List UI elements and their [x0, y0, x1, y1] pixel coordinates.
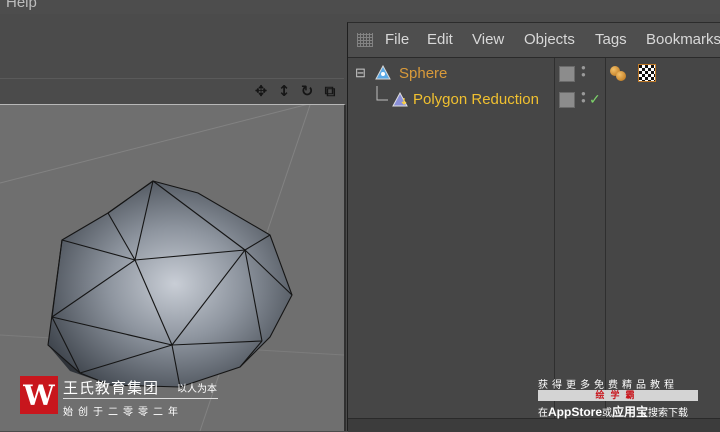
- move-view-icon[interactable]: ✥: [251, 81, 271, 101]
- object-list: ⊟ Sphere ● ● Polygon Reduction ● ● ✓: [348, 58, 720, 418]
- download-suffix: 搜索下载: [648, 408, 689, 419]
- watermark-divider: [63, 398, 218, 399]
- watermark-founded: 始创于二零零二年: [63, 407, 183, 418]
- menu-file[interactable]: File: [385, 31, 409, 48]
- checker-texture-tag-icon[interactable]: [638, 64, 656, 82]
- collapse-toggle-icon[interactable]: ⊟: [355, 65, 366, 81]
- sphere-icon: [375, 65, 391, 80]
- appstore-label: AppStore: [548, 405, 602, 419]
- panel-grip-icon[interactable]: [357, 33, 373, 47]
- column-divider: [554, 58, 555, 418]
- enabled-check-icon[interactable]: ✓: [589, 91, 601, 108]
- visibility-dots-icon[interactable]: ● ●: [581, 64, 587, 79]
- watermark-slogan: 以人为本: [177, 384, 217, 395]
- yingyongbao-label: 应用宝: [612, 405, 649, 419]
- menu-objects[interactable]: Objects: [524, 31, 575, 48]
- sphere-mesh[interactable]: [47, 180, 293, 388]
- logo-glyph: W: [23, 378, 55, 412]
- material-sphere-tag-icon[interactable]: [616, 71, 626, 81]
- visibility-dots-icon[interactable]: ● ●: [581, 90, 587, 105]
- column-divider: [605, 58, 606, 418]
- object-name-sphere[interactable]: Sphere: [399, 65, 447, 82]
- object-row-polygon-reduction[interactable]: Polygon Reduction ● ● ✓: [348, 86, 720, 112]
- toggle-layout-icon[interactable]: ⧉: [320, 81, 340, 101]
- watermark-company-name: 王氏教育集团: [63, 380, 160, 397]
- app-menubar: Help: [0, 0, 720, 14]
- viewport-tools: ✥ ↕ ↻ ⧉: [251, 81, 340, 101]
- grid-line: [0, 105, 307, 184]
- zoom-view-icon[interactable]: ↕: [274, 81, 294, 101]
- menu-edit[interactable]: Edit: [427, 31, 453, 48]
- object-manager: File Edit View Objects Tags Bookmarks ⊟ …: [347, 22, 720, 432]
- polygon-reduction-icon: [392, 92, 408, 107]
- menu-bookmarks[interactable]: Bookmarks: [646, 31, 720, 48]
- rotate-view-icon[interactable]: ↻: [297, 81, 317, 101]
- viewport-header: ✥ ↕ ↻ ⧉: [0, 78, 344, 105]
- layer-toggle-icon[interactable]: [559, 92, 575, 108]
- help-menu[interactable]: Help: [6, 0, 37, 11]
- wangshi-logo: W: [20, 376, 58, 414]
- object-name-polygon-reduction[interactable]: Polygon Reduction: [413, 91, 539, 108]
- download-prefix: 在: [538, 408, 548, 419]
- watermark-promo-line: 获得更多免费精品教程: [538, 380, 678, 391]
- object-row-sphere[interactable]: ⊟ Sphere ● ●: [348, 60, 720, 86]
- download-or: 或: [602, 408, 612, 419]
- tree-branch-icon: [376, 86, 388, 101]
- watermark-download-line: 在AppStore或应用宝搜索下载: [538, 403, 688, 420]
- watermark-brand-bar: 绘学霸: [538, 390, 698, 401]
- object-manager-menubar: File Edit View Objects Tags Bookmarks: [348, 23, 720, 58]
- watermark-brand: 绘学霸: [595, 390, 641, 400]
- menu-view[interactable]: View: [472, 31, 504, 48]
- menu-tags[interactable]: Tags: [595, 31, 627, 48]
- layer-toggle-icon[interactable]: [559, 66, 575, 82]
